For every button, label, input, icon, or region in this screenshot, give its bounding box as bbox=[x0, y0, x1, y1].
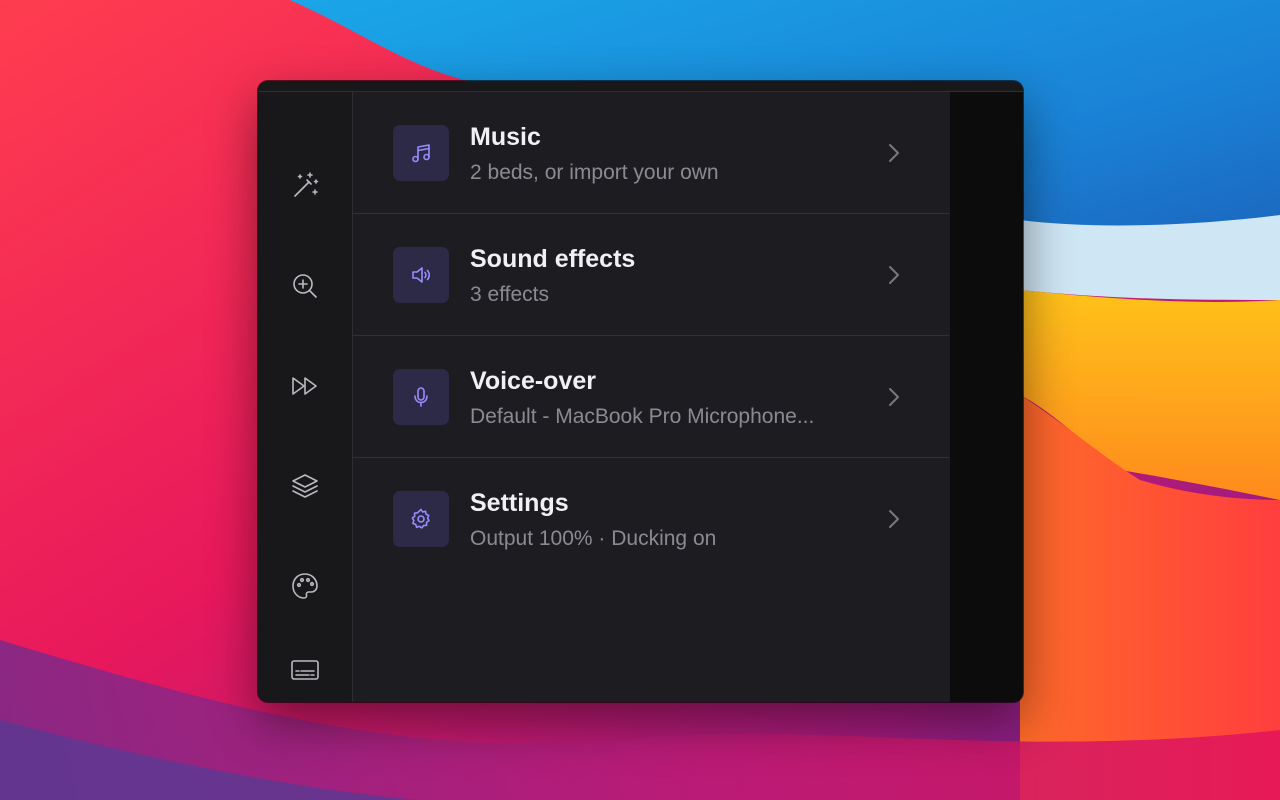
sidebar-item-palette[interactable] bbox=[278, 559, 332, 613]
layers-icon bbox=[292, 474, 318, 498]
list-item-subtitle: Default - MacBook Pro Microphone... bbox=[470, 405, 815, 428]
list-item-subtitle: 3 effects bbox=[470, 283, 549, 306]
list-item-title: Voice-over bbox=[470, 367, 596, 395]
panel-title-strip bbox=[258, 81, 1023, 92]
chevron-right-icon bbox=[883, 260, 905, 290]
gear-icon bbox=[411, 508, 430, 529]
magic-wand-icon bbox=[294, 172, 319, 197]
chevron-right-icon bbox=[883, 138, 905, 168]
sound-effects-icon-tile bbox=[393, 247, 449, 303]
list-item-title: Music bbox=[470, 123, 541, 151]
chevron-right-icon bbox=[883, 504, 905, 534]
list-item-sound-effects[interactable]: Sound effects 3 effects bbox=[353, 214, 949, 336]
list-item-title: Sound effects bbox=[470, 245, 636, 273]
sidebar-item-subtitles[interactable] bbox=[278, 643, 332, 697]
music-icon-tile bbox=[393, 125, 449, 181]
sidebar-item-zoom[interactable] bbox=[278, 259, 332, 313]
audio-panel-window: Music 2 beds, or import your own Sound e… bbox=[258, 81, 1023, 702]
preview-pane bbox=[950, 92, 1023, 702]
fast-forward-icon bbox=[292, 377, 317, 395]
sidebar-item-layers[interactable] bbox=[278, 459, 332, 513]
subtitles-icon bbox=[291, 660, 319, 680]
list-item-voice-over[interactable]: Voice-over Default - MacBook Pro Microph… bbox=[353, 336, 949, 458]
music-note-icon bbox=[412, 144, 430, 163]
audio-options-list: Music 2 beds, or import your own Sound e… bbox=[353, 92, 949, 702]
list-item-music[interactable]: Music 2 beds, or import your own bbox=[353, 92, 949, 214]
speaker-icon bbox=[412, 267, 431, 283]
microphone-icon bbox=[414, 387, 428, 407]
tool-sidebar bbox=[258, 92, 353, 702]
sidebar-item-speed[interactable] bbox=[278, 359, 332, 413]
list-item-subtitle: 2 beds, or import your own bbox=[470, 161, 719, 184]
settings-icon-tile bbox=[393, 491, 449, 547]
sidebar-item-magic[interactable] bbox=[278, 159, 332, 213]
chevron-right-icon bbox=[883, 382, 905, 412]
voice-over-icon-tile bbox=[393, 369, 449, 425]
list-item-subtitle: Output 100% · Ducking on bbox=[470, 527, 717, 550]
zoom-in-icon bbox=[293, 274, 317, 298]
palette-icon bbox=[292, 573, 318, 599]
list-item-settings[interactable]: Settings Output 100% · Ducking on bbox=[353, 458, 949, 579]
list-item-title: Settings bbox=[470, 489, 569, 517]
